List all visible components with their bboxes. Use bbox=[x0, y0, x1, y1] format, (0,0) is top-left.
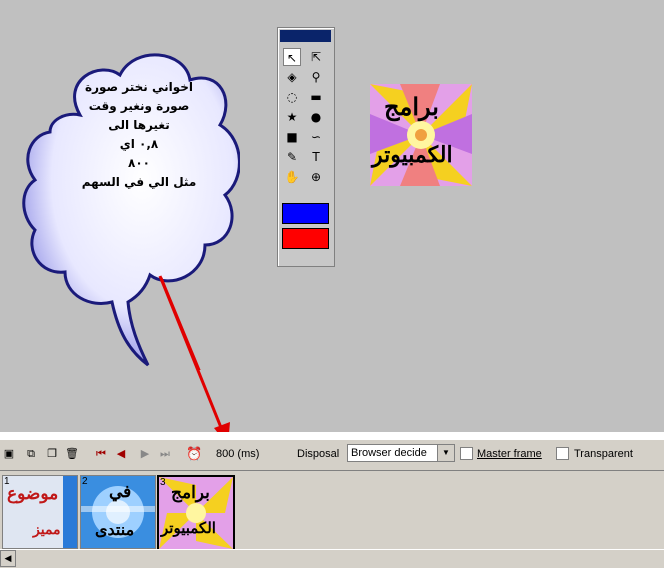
path-icon[interactable]: ∽ bbox=[307, 128, 325, 146]
ellipse-icon[interactable]: ● bbox=[307, 108, 325, 126]
red-arrow bbox=[158, 275, 230, 446]
disposal-select[interactable]: Browser decide ▼ bbox=[347, 444, 455, 462]
subselect-icon[interactable]: ⇱ bbox=[307, 48, 325, 66]
paint-bucket-icon[interactable]: ◈ bbox=[283, 68, 301, 86]
frame-thumbnail-3[interactable]: برامج الكمبيوتر 3 bbox=[157, 475, 235, 551]
eyedropper-icon[interactable]: ⚲ bbox=[307, 68, 325, 86]
preview-title-line2: الكمبيوتر bbox=[372, 142, 453, 168]
stroke-color-swatch[interactable] bbox=[282, 203, 329, 224]
cloud-line: ٠,٨ اي bbox=[119, 137, 159, 151]
frame-2-title: في bbox=[109, 482, 132, 502]
frames-toolbar: ▣ ⧉ ❐ 🗑 ⏮ ◀ ▶ ⏭ ⏰ 800 (ms) Disposal Brow… bbox=[0, 440, 664, 471]
frame-preview-image: برامج الكمبيوتر bbox=[370, 84, 472, 186]
tools-palette: ↖ ⇱ ◈ ⚲ ◌ ▬ ★ ● ■ ∽ ✎ T ✋ ⊕ bbox=[277, 27, 335, 267]
frame-3-title: برامج bbox=[171, 483, 210, 503]
cloud-line: تغيرها الى bbox=[108, 118, 170, 132]
cloud-line: صورة ونغير وقت bbox=[88, 99, 190, 113]
transparent-label[interactable]: Transparent bbox=[574, 448, 633, 460]
panel-divider bbox=[0, 432, 664, 440]
canvas-area[interactable]: اخواني نختر صورة صورة ونغير وقت تغيرها ا… bbox=[0, 0, 664, 446]
disposal-select-value: Browser decide bbox=[351, 447, 427, 459]
frame-3-subtitle: الكمبيوتر bbox=[161, 519, 216, 537]
frames-strip: موضوع مميز 1 في منتدى 2 برامج الكمبيوتر … bbox=[0, 471, 664, 551]
cloud-line: مثل الي في السهم bbox=[81, 175, 197, 189]
frame-1-number: 1 bbox=[4, 476, 10, 487]
frame-2-number: 2 bbox=[82, 476, 88, 487]
new-frame-icon[interactable]: ▣ bbox=[2, 447, 16, 461]
marquee-icon[interactable]: ◌ bbox=[283, 88, 301, 106]
hand-icon[interactable]: ✋ bbox=[283, 168, 301, 186]
pointer-icon[interactable]: ↖ bbox=[283, 48, 301, 66]
tools-title-bar[interactable] bbox=[280, 30, 331, 42]
copy-frame-icon[interactable]: ❐ bbox=[45, 447, 59, 461]
chevron-down-icon[interactable]: ▼ bbox=[437, 445, 454, 461]
master-frame-checkbox[interactable] bbox=[460, 447, 473, 460]
zoom-icon[interactable]: ⊕ bbox=[307, 168, 325, 186]
frame-thumbnail-1[interactable]: موضوع مميز 1 bbox=[2, 475, 78, 549]
clock-icon[interactable]: ⏰ bbox=[186, 447, 202, 461]
duplicate-frame-icon[interactable]: ⧉ bbox=[24, 447, 38, 461]
transparent-checkbox[interactable] bbox=[556, 447, 569, 460]
rectangle-icon[interactable]: ▬ bbox=[307, 88, 325, 106]
cloud-line: ٨٠٠ bbox=[128, 156, 150, 170]
frame-delay-value[interactable]: 800 (ms) bbox=[216, 448, 259, 460]
master-frame-label[interactable]: Master frame bbox=[477, 448, 542, 460]
rounded-rect-icon[interactable]: ■ bbox=[283, 128, 301, 146]
frame-3-number: 3 bbox=[160, 477, 166, 488]
cloud-text: اخواني نختر صورة صورة ونغير وقت تغيرها ا… bbox=[64, 78, 214, 192]
disposal-label: Disposal bbox=[297, 448, 340, 460]
frame-1-subtitle: مميز bbox=[33, 522, 61, 538]
scroll-left-icon[interactable]: ◀ bbox=[0, 550, 16, 567]
frame-1-title: موضوع bbox=[7, 484, 59, 504]
first-frame-icon[interactable]: ⏮ bbox=[94, 447, 108, 461]
preview-title-line1: برامج bbox=[384, 92, 439, 121]
last-frame-icon[interactable]: ⏭ bbox=[158, 447, 172, 461]
star-icon[interactable]: ★ bbox=[283, 108, 301, 126]
cloud-line: اخواني نختر صورة bbox=[84, 80, 194, 94]
frame-2-subtitle: منتدى bbox=[95, 520, 135, 539]
trash-icon[interactable]: 🗑 bbox=[65, 447, 79, 461]
fill-color-swatch[interactable] bbox=[282, 228, 329, 249]
previous-frame-icon[interactable]: ◀ bbox=[114, 447, 128, 461]
horizontal-scrollbar[interactable]: ◀ bbox=[0, 549, 664, 568]
pencil-icon[interactable]: ✎ bbox=[283, 148, 301, 166]
text-icon[interactable]: T bbox=[307, 148, 325, 166]
frame-thumbnail-2[interactable]: في منتدى 2 bbox=[80, 475, 156, 549]
play-icon[interactable]: ▶ bbox=[138, 447, 152, 461]
